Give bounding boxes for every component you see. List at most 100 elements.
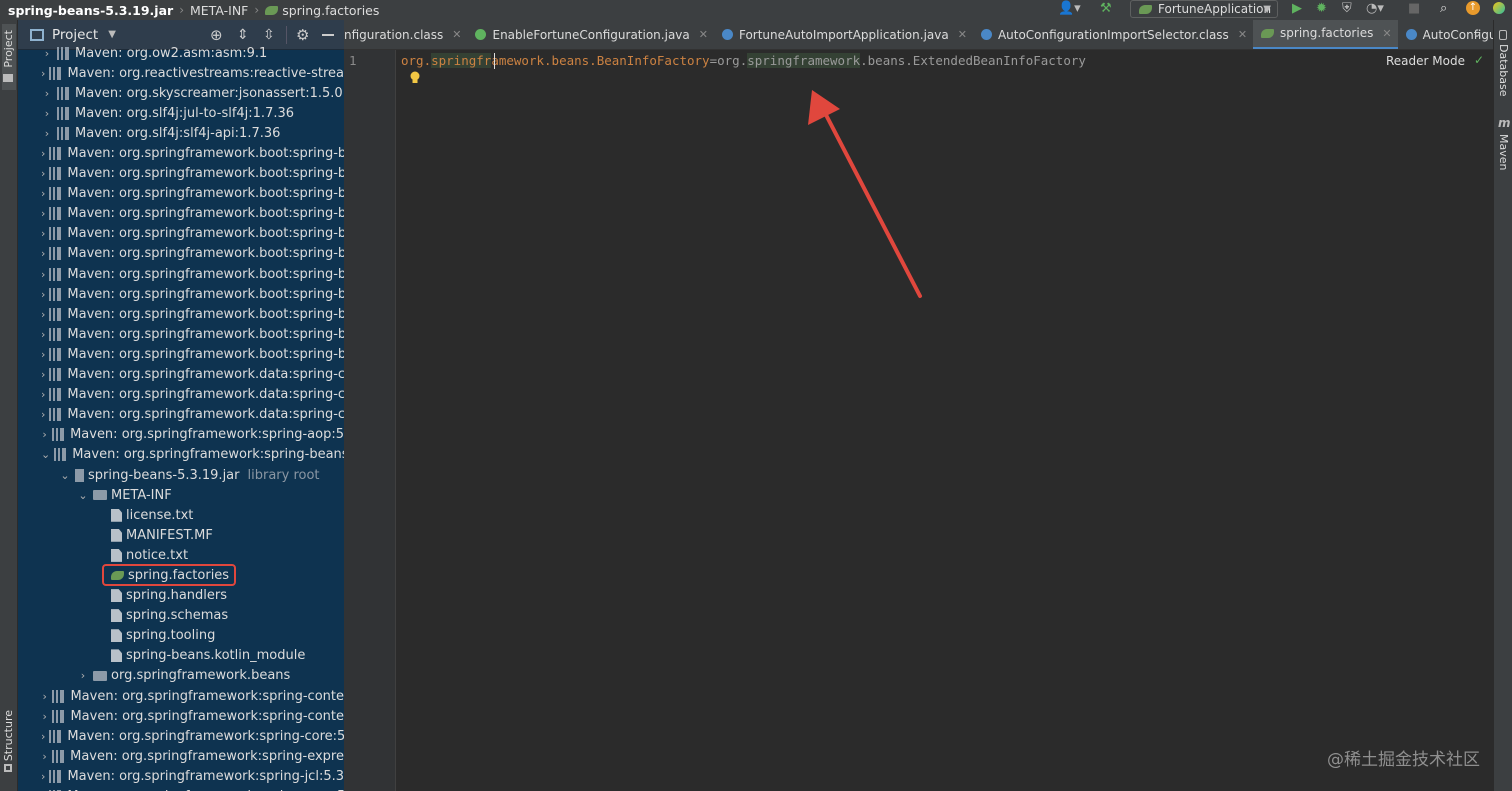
breadcrumb-jar[interactable]: spring-beans-5.3.19.jar [8,3,173,18]
chevron-right-icon[interactable]: › [41,308,45,321]
chevron-right-icon[interactable]: › [41,408,45,421]
tree-item[interactable]: › Maven: org.reactivestreams:reactive-str… [18,63,344,83]
project-panel-title[interactable]: Project [52,27,98,43]
run-icon[interactable]: ▶ [1292,1,1302,16]
expand-all-icon[interactable]: ⇕ [237,27,249,43]
tree-item[interactable]: › Maven: org.springframework.boot:spring-… [18,164,344,184]
chevron-right-icon[interactable]: › [41,167,45,180]
tree-item[interactable]: › Maven: org.springframework.boot:spring-… [18,324,344,344]
build-hammer-icon[interactable]: ⚒ [1100,1,1112,16]
chevron-right-icon[interactable]: › [41,47,53,60]
tree-item[interactable]: › Maven: org.ow2.asm:asm:9.1 [18,43,344,63]
tree-item[interactable]: › Maven: org.springframework.boot:spring-… [18,304,344,324]
chevron-right-icon[interactable]: › [41,147,45,160]
chevron-right-icon[interactable]: › [41,770,45,783]
inspection-ok-icon[interactable]: ✓ [1474,53,1484,67]
chevron-down-icon[interactable]: ⌄ [77,489,89,502]
database-tool-label[interactable]: Database [1497,44,1510,97]
close-icon[interactable]: ✕ [452,28,461,41]
structure-tool-label[interactable]: Structure [2,710,15,761]
tree-item[interactable]: › Maven: org.springframework:spring-conte [18,706,344,726]
stop-icon[interactable]: ■ [1408,1,1420,16]
code-editor[interactable] [397,50,1493,791]
breadcrumb-meta-inf[interactable]: META-INF [190,3,248,18]
close-icon[interactable]: ✕ [1238,28,1247,41]
close-icon[interactable]: ✕ [958,28,967,41]
tree-item[interactable]: › Maven: org.slf4j:slf4j-api:1.7.36 [18,123,344,143]
tree-item[interactable]: ›Maven: org.springframework:spring-oxm:5 [18,786,344,791]
project-tool-label[interactable]: Project [2,30,15,68]
tree-item[interactable]: › Maven: org.springframework.boot:spring-… [18,264,344,284]
chevron-right-icon[interactable]: › [41,288,45,301]
editor-tab[interactable]: EnableFortuneConfiguration.java ✕ [467,20,713,49]
tree-item[interactable]: › Maven: org.springframework.boot:spring-… [18,204,344,224]
chevron-down-icon[interactable]: ⌄ [1472,26,1482,40]
tree-item[interactable]: › Maven: org.springframework.boot:spring-… [18,143,344,163]
breadcrumb-spring-factories[interactable]: spring.factories [282,3,379,18]
chevron-right-icon[interactable]: › [41,328,45,341]
tree-item[interactable]: › Maven: org.springframework.data:spring-… [18,385,344,405]
chevron-down-icon[interactable]: ⌄ [41,448,50,461]
reader-mode-button[interactable]: Reader Mode [1386,54,1465,68]
chevron-right-icon[interactable]: › [41,87,53,100]
chevron-right-icon[interactable]: › [41,428,48,441]
tree-item[interactable]: › Maven: org.springframework.data:spring-… [18,365,344,385]
collapse-all-icon[interactable]: ⇳ [263,27,275,43]
hide-panel-icon[interactable] [322,34,334,36]
tree-item[interactable]: spring-beans.kotlin_module [18,646,344,666]
tree-item[interactable]: › Maven: org.springframework.boot:spring-… [18,244,344,264]
chevron-right-icon[interactable]: › [41,348,45,361]
chevron-down-icon[interactable]: ⌄ [59,469,71,482]
chevron-right-icon[interactable]: › [41,247,45,260]
chevron-right-icon[interactable]: › [41,187,45,200]
chevron-down-icon[interactable]: ▼ [108,29,116,40]
tree-item[interactable]: spring.schemas [18,606,344,626]
chevron-right-icon[interactable]: › [41,710,48,723]
search-icon[interactable]: ⌕ [1440,1,1447,16]
chevron-right-icon[interactable]: › [41,127,53,140]
tab-spring-factories-active[interactable]: spring.factories ✕ [1253,20,1398,49]
chevron-right-icon[interactable]: › [41,388,45,401]
tree-item[interactable]: › Maven: org.springframework:spring-core:… [18,726,344,746]
chevron-right-icon[interactable]: › [41,750,48,763]
close-icon[interactable]: ✕ [699,28,708,41]
chevron-right-icon[interactable]: › [41,67,45,80]
tree-item[interactable]: › Maven: org.springframework:spring-aop:5 [18,425,344,445]
tree-item[interactable]: › org.springframework.beans [18,666,344,686]
tree-item[interactable]: spring.tooling [18,626,344,646]
tree-item[interactable]: › Maven: org.springframework.boot:spring-… [18,344,344,364]
tree-item[interactable]: ⌄ spring-beans-5.3.19.jar library root [18,465,344,485]
chevron-right-icon[interactable]: › [41,107,53,120]
tree-item[interactable]: ⌄ Maven: org.springframework:spring-beans [18,445,344,465]
debug-icon[interactable]: ✹ [1316,1,1327,16]
tree-item[interactable]: › Maven: org.skyscreamer:jsonassert:1.5.0 [18,83,344,103]
gear-icon[interactable]: ⚙ [296,26,309,44]
run-configuration-select[interactable]: FortuneApplication ▼ [1130,0,1278,18]
close-icon[interactable]: ✕ [1382,27,1391,40]
chevron-right-icon[interactable]: › [41,368,45,381]
tree-item[interactable]: › Maven: org.springframework.boot:spring-… [18,284,344,304]
editor-tab[interactable]: FortuneAutoImportApplication.java ✕ [714,20,973,49]
tree-item[interactable]: › Maven: org.springframework:spring-expre [18,746,344,766]
tree-item[interactable]: MANIFEST.MF [18,525,344,545]
tree-item[interactable]: notice.txt [18,545,344,565]
tree-item[interactable]: › Maven: org.springframework:spring-jcl:5… [18,766,344,786]
editor-tab[interactable]: nfiguration.class ✕ [344,20,467,49]
coverage-icon[interactable]: ⛨ [1342,1,1352,16]
tree-item-spring-factories[interactable]: spring.factories [18,564,344,587]
maven-tool-label[interactable]: Maven [1497,134,1510,170]
chevron-right-icon[interactable]: › [41,207,45,220]
tree-item[interactable]: license.txt [18,505,344,525]
profile-icon[interactable]: ◔▾ [1366,1,1384,16]
chevron-right-icon[interactable]: › [77,669,89,682]
chevron-right-icon[interactable]: › [41,730,45,743]
editor-tab[interactable]: AutoConfigurationImportSelector.class ✕ [973,20,1253,49]
chevron-right-icon[interactable]: › [41,227,45,240]
code-line[interactable]: org.springframework.beans.BeanInfoFactor… [401,52,1086,70]
tree-item[interactable]: › Maven: org.springframework.boot:spring-… [18,184,344,204]
chevron-right-icon[interactable]: › [41,690,48,703]
tree-item[interactable]: ⌄ META-INF [18,485,344,505]
locate-icon[interactable]: ⊕ [210,26,223,44]
tree-item[interactable]: spring.handlers [18,586,344,606]
tree-item[interactable]: › Maven: org.springframework.data:spring-… [18,405,344,425]
